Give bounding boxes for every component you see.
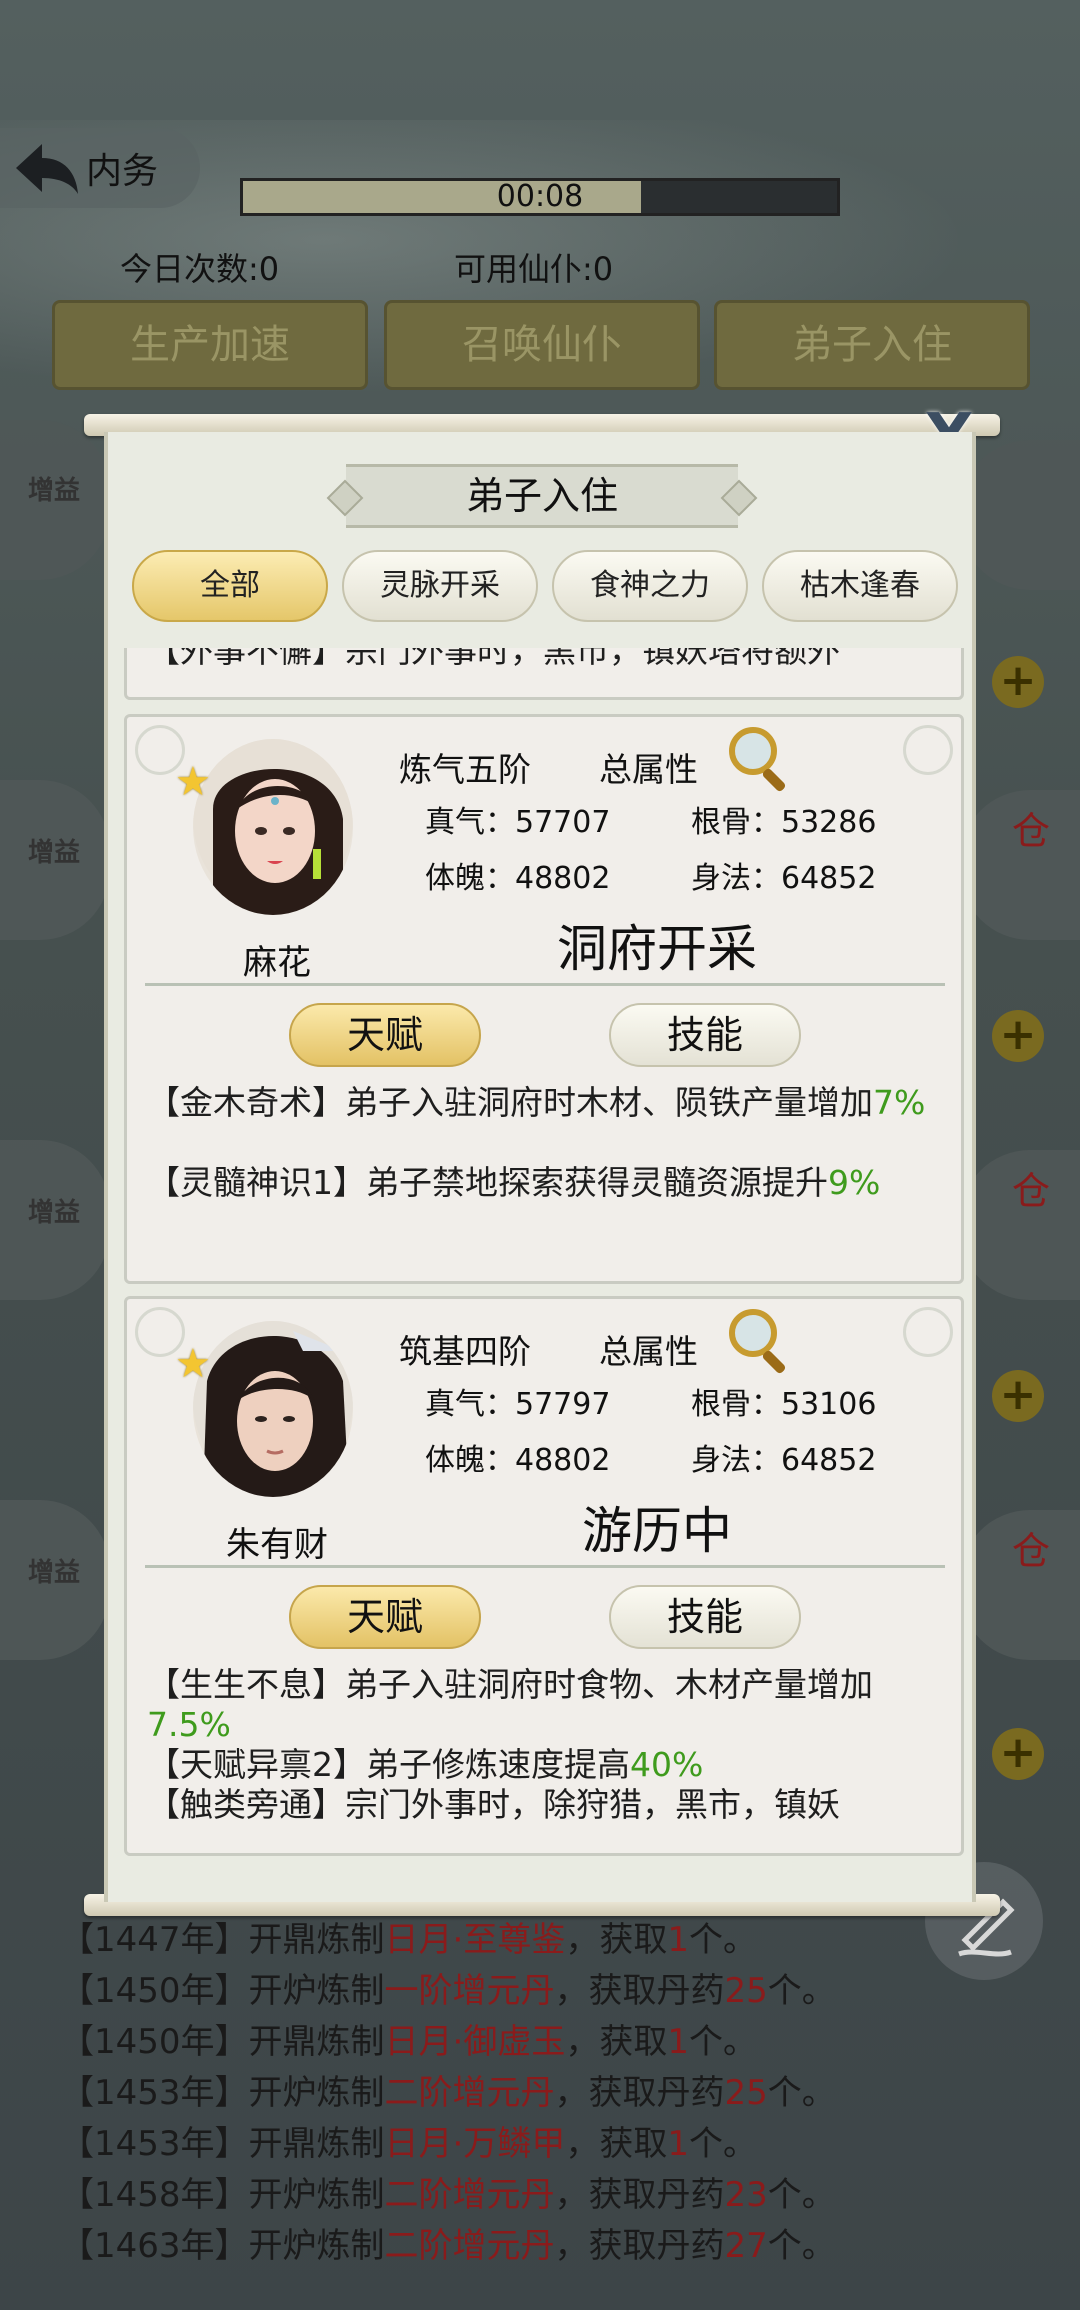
disciple-status: 洞府开采 [557,920,757,978]
disciple-card-partial: 【外事不懈】宗门外事时，黑市，镇妖塔将额外 [124,648,964,700]
stat-tipo: 体魄：48802 [425,861,611,896]
back-label: 内务 [86,151,159,192]
disciple-stay-modal: 弟子入住 全部 灵脉开采 食神之力 枯木逢春 【外事不懈】宗门外事时，黑市，镇妖… [104,432,976,1902]
card-divider [145,1565,945,1568]
tab-spirit-vein-mining[interactable]: 灵脉开采 [342,550,538,622]
warehouse-label-1: 仓 [1011,809,1050,853]
talent-entry: 【灵髓神识1】弟子禁地探索获得灵髓资源提升9% [147,1163,881,1202]
talent-entry: 【触类旁通】宗门外事时，除狩猎，黑市，镇妖 [147,1785,840,1824]
production-timer-bar: 00:08 [240,178,840,216]
stat-zhenqi: 真气：57797 [425,1387,611,1422]
talent-entry: 【金木奇术】弟子入驻洞府时木材、陨铁产量增加7% [147,1083,926,1122]
stat-shenfa: 身法：64852 [691,1443,877,1478]
skill-tab[interactable]: 技能 [609,1003,801,1067]
speed-up-production-button[interactable]: 生产加速 [52,300,368,390]
modal-title: 弟子入住 [346,464,738,528]
add-button-4[interactable]: + [992,1728,1044,1780]
back-button[interactable]: 内务 [0,128,200,208]
boost-label-3: 增益 [28,1198,81,1228]
magnifier-icon[interactable] [725,723,795,793]
magnifier-icon[interactable] [725,1305,795,1375]
back-arrow-icon [16,144,78,194]
disciple-status: 游历中 [582,1502,732,1560]
disciple-stay-button[interactable]: 弟子入住 [714,300,1030,390]
add-button-3[interactable]: + [992,1370,1044,1422]
boost-label-1: 增益 [28,476,81,506]
star-icon: ★ [175,759,211,805]
log-entry: 【1447年】开鼎炼制日月·至尊鉴，获取1个。 [60,1920,757,1960]
partial-talent-text: 【外事不懈】宗门外事时，黑市，镇妖塔将额外 [147,648,840,670]
talent-entry: 【天赋异禀2】弟子修炼速度提高40% [147,1745,704,1784]
tab-all[interactable]: 全部 [132,550,328,622]
boost-label-2: 增益 [28,838,81,868]
available-servants: 可用仙仆:0 [454,250,614,288]
stat-gengu: 根骨：53286 [691,805,877,840]
card-corner-ornament [903,725,953,775]
skill-tab[interactable]: 技能 [609,1585,801,1649]
card-divider [145,983,945,986]
warehouse-label-3: 仓 [1011,1529,1050,1573]
total-attributes-label: 总属性 [599,750,698,789]
log-entry: 【1450年】开炉炼制一阶增元丹，获取丹药25个。 [60,1971,836,2011]
avatar [193,1321,353,1497]
stat-tipo: 体魄：48802 [425,1443,611,1478]
disciple-list[interactable]: 【外事不懈】宗门外事时，黑市，镇妖塔将额外 ★ 麻花 炼气五阶 总属性 真气：5… [124,648,964,1898]
stat-shenfa: 身法：64852 [691,861,877,896]
disciple-name: 朱有财 [226,1525,328,1565]
talent-tab[interactable]: 天赋 [289,1003,481,1067]
talent-tab[interactable]: 天赋 [289,1585,481,1649]
disciple-card[interactable]: ★ 朱有财 筑基四阶 总属性 真气：57797 根骨：53106 体魄：4880… [124,1296,964,1856]
disciple-name: 麻花 [243,943,311,983]
total-attributes-label: 总属性 [599,1332,698,1371]
stat-gengu: 根骨：53106 [691,1387,877,1422]
log-entry: 【1463年】开炉炼制二阶增元丹，获取丹药27个。 [60,2226,836,2266]
talent-entry: 【生生不息】弟子入驻洞府时食物、木材产量增加7.5% [147,1665,873,1744]
tab-food-god-power[interactable]: 食神之力 [552,550,748,622]
timer-text: 00:08 [496,179,584,214]
today-count: 今日次数:0 [120,250,280,288]
log-entry: 【1453年】开鼎炼制日月·万鳞甲，获取1个。 [60,2124,757,2164]
log-entry: 【1450年】开鼎炼制日月·御虚玉，获取1个。 [60,2022,757,2062]
summon-servant-button[interactable]: 召唤仙仆 [384,300,700,390]
card-corner-ornament [903,1307,953,1357]
star-icon: ★ [175,1341,211,1387]
log-entry: 【1453年】开炉炼制二阶增元丹，获取丹药25个。 [60,2073,836,2113]
stat-zhenqi: 真气：57707 [425,805,611,840]
add-button-2[interactable]: + [992,1010,1044,1062]
disciple-rank: 炼气五阶 [399,750,531,789]
add-button-1[interactable]: + [992,656,1044,708]
disciple-card[interactable]: ★ 麻花 炼气五阶 总属性 真气：57707 根骨：53286 体魄：48802… [124,714,964,1284]
boost-label-4: 增益 [28,1558,81,1588]
tab-withered-wood-spring[interactable]: 枯木逢春 [762,550,958,622]
log-entry: 【1458年】开炉炼制二阶增元丹，获取丹药23个。 [60,2175,836,2215]
warehouse-label-2: 仓 [1011,1169,1050,1213]
avatar [193,739,353,915]
disciple-rank: 筑基四阶 [399,1332,531,1371]
